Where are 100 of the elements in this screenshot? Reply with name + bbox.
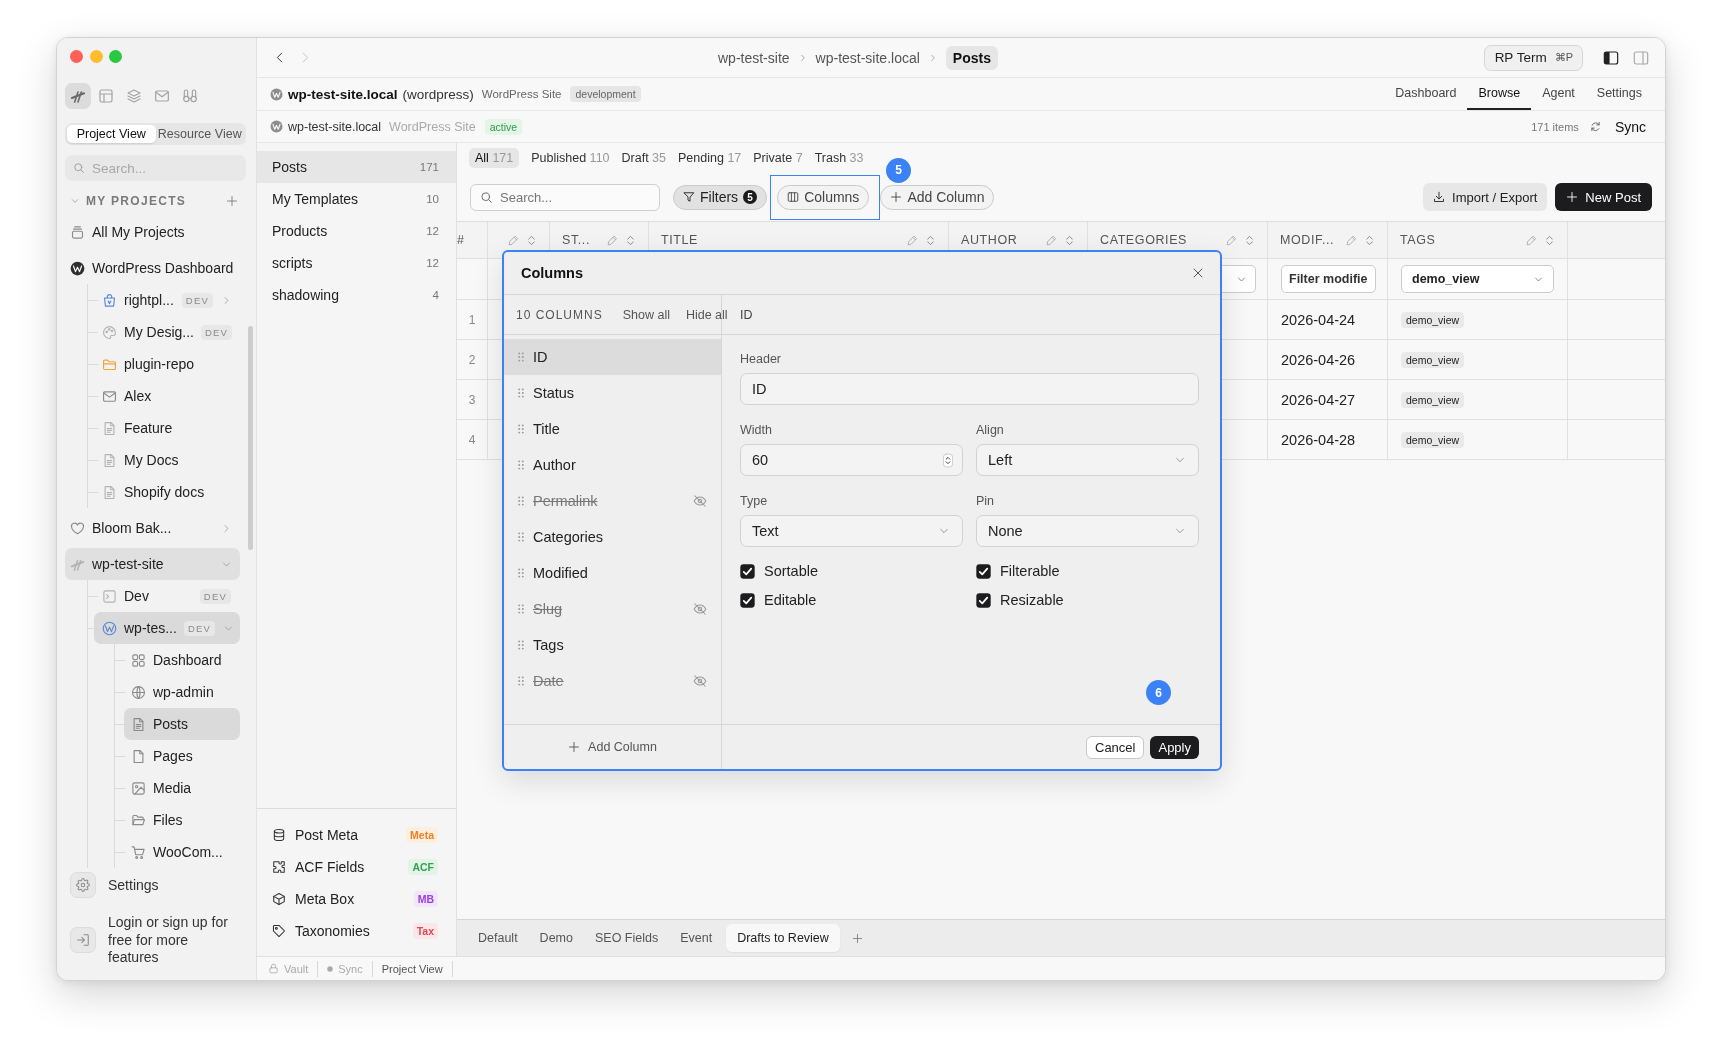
view-tab[interactable]: Default — [470, 924, 526, 952]
drag-handle-icon[interactable] — [518, 532, 524, 542]
tree-item[interactable]: Bloom Bak... — [65, 512, 240, 544]
tree-item[interactable]: wp-admin — [124, 676, 240, 708]
column-header[interactable]: # — [457, 222, 488, 258]
extension-item[interactable]: ACF Fields ACF — [257, 851, 456, 883]
sidebar-right-icon[interactable] — [1633, 49, 1649, 66]
column-item[interactable]: Title — [504, 411, 721, 447]
column-item[interactable]: Tags — [504, 627, 721, 663]
pencil-icon[interactable] — [907, 234, 918, 246]
sort-icon[interactable] — [526, 234, 537, 246]
drag-handle-icon[interactable] — [518, 676, 524, 686]
add-column-button[interactable]: Add Column — [880, 184, 995, 210]
extension-item[interactable]: Taxonomies Tax — [257, 915, 456, 947]
pencil-icon[interactable] — [607, 234, 618, 246]
column-item[interactable]: Categories — [504, 519, 721, 555]
eye-off-icon[interactable] — [693, 602, 707, 616]
columns-button[interactable]: Columns — [777, 184, 870, 210]
view-tab[interactable]: Demo — [531, 924, 581, 952]
tree-item[interactable]: All My Projects — [65, 216, 240, 248]
view-tab[interactable]: Project View — [67, 125, 156, 143]
collection-item[interactable]: Products 12 — [257, 215, 456, 247]
status-tab[interactable]: Pending 17 — [678, 148, 742, 168]
tree-item[interactable]: My Desig... DEV — [94, 316, 240, 348]
tree-item[interactable]: Dev DEV — [94, 580, 240, 612]
eye-off-icon[interactable] — [693, 494, 707, 508]
column-item[interactable]: Status — [504, 375, 721, 411]
collection-item[interactable]: scripts 12 — [257, 247, 456, 279]
breadcrumb-link[interactable]: wp-test-site — [718, 49, 790, 66]
search-field[interactable]: Search... — [65, 155, 246, 181]
scrollbar-thumb[interactable] — [248, 326, 253, 550]
drag-handle-icon[interactable] — [518, 496, 524, 506]
add-column-button[interactable]: Add Column — [568, 740, 657, 754]
hide-all-link[interactable]: Hide all — [685, 307, 728, 322]
collection-item[interactable]: shadowing 4 — [257, 279, 456, 311]
view-tab[interactable]: Event — [672, 924, 721, 952]
drag-handle-icon[interactable] — [518, 640, 524, 650]
extension-item[interactable]: Meta Box MB — [257, 883, 456, 915]
sidebar-left-icon[interactable] — [1603, 49, 1619, 66]
nav-tab[interactable]: Dashboard — [1384, 78, 1468, 110]
tree-item[interactable]: Pages — [124, 740, 240, 772]
drag-handle-icon[interactable] — [518, 424, 524, 434]
tree-item[interactable]: WordPress Dashboard — [65, 252, 240, 284]
tree-item[interactable]: plugin-repo — [94, 348, 240, 380]
column-header[interactable]: MODIF... — [1268, 222, 1388, 258]
tree-item[interactable]: Media — [124, 772, 240, 804]
drag-handle-icon[interactable] — [518, 388, 524, 398]
column-item[interactable]: Slug — [504, 591, 721, 627]
plus-icon[interactable] — [226, 195, 238, 207]
logo-tab[interactable] — [65, 83, 91, 109]
status-tab[interactable]: Published 110 — [531, 148, 610, 168]
sort-icon[interactable] — [1244, 234, 1255, 246]
sort-icon[interactable] — [1364, 234, 1375, 246]
apply-button[interactable]: Apply — [1150, 735, 1199, 759]
number-input[interactable]: 60 — [740, 444, 963, 476]
refresh-icon[interactable] — [1589, 121, 1601, 132]
column-item[interactable]: Author — [504, 447, 721, 483]
show-all-link[interactable]: Show all — [622, 307, 670, 322]
drag-handle-icon[interactable] — [518, 352, 524, 362]
import-export-button[interactable]: Import / Export — [1423, 183, 1548, 211]
tree-item[interactable]: Dashboard — [124, 644, 240, 676]
view-tab[interactable]: SEO Fields — [586, 924, 667, 952]
close-icon[interactable] — [1192, 267, 1204, 279]
search-field[interactable]: Search... — [470, 183, 660, 211]
tree-item[interactable]: Shopify docs — [94, 476, 240, 508]
pencil-icon[interactable] — [1046, 234, 1057, 246]
breadcrumb-link[interactable]: Posts — [945, 45, 998, 70]
pencil-icon[interactable] — [1226, 234, 1237, 246]
text-input[interactable]: ID — [740, 373, 1199, 405]
tree-item[interactable]: WooCom... — [124, 836, 240, 868]
drag-handle-icon[interactable] — [518, 568, 524, 578]
view-tab[interactable]: Drafts to Review — [726, 924, 840, 952]
tree-item[interactable]: Alex — [94, 380, 240, 412]
settings-item[interactable]: Settings — [65, 872, 240, 898]
view-tab[interactable]: Resource View — [155, 125, 244, 143]
nav-tab[interactable]: Agent — [1531, 78, 1586, 110]
sync-button[interactable]: Sync — [1614, 118, 1646, 135]
chevron-right-icon[interactable] — [222, 523, 231, 533]
chevron-down-icon[interactable] — [222, 559, 231, 569]
drag-handle-icon[interactable] — [518, 460, 524, 470]
pencil-icon[interactable] — [1526, 234, 1537, 246]
sort-icon[interactable] — [1064, 234, 1075, 246]
column-header[interactable]: TAGS — [1388, 222, 1568, 258]
terminal-button[interactable]: RP Term ⌘P — [1483, 44, 1583, 71]
extension-item[interactable]: Post Meta Meta — [257, 819, 456, 851]
pencil-icon[interactable] — [1346, 234, 1357, 246]
dropdown-select[interactable]: Left — [976, 444, 1199, 476]
tree-item[interactable]: rightpl... DEV — [94, 284, 240, 316]
status-tab[interactable]: Private 7 — [753, 148, 803, 168]
checkbox[interactable] — [976, 563, 991, 579]
column-item[interactable]: Permalink — [504, 483, 721, 519]
breadcrumb-link[interactable]: wp-test-site.local — [815, 49, 920, 66]
chevron-down-icon[interactable] — [224, 623, 234, 633]
chevron-right-icon[interactable] — [222, 295, 231, 305]
filter-input[interactable]: Filter modifie — [1281, 265, 1376, 293]
checkbox[interactable] — [740, 563, 755, 579]
dropdown-select[interactable]: None — [976, 515, 1199, 547]
checkbox[interactable] — [740, 592, 755, 608]
nav-tab[interactable]: Browse — [1467, 78, 1532, 110]
filters-button[interactable]: Filters 5 — [673, 184, 768, 210]
